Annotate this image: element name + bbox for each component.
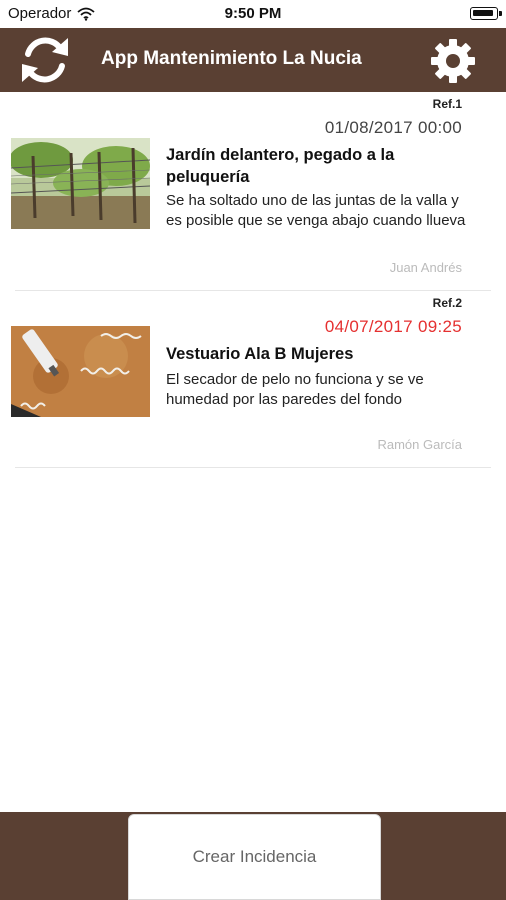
page-title: App Mantenimiento La Nucia	[101, 48, 362, 69]
nav-bar: App Mantenimiento La Nucia	[0, 28, 506, 92]
incident-author: Juan Andrés	[389, 260, 462, 275]
list-item[interactable]: Ref.1 01/08/2017 00:00 Jardín delantero,…	[0, 92, 506, 291]
list-item[interactable]: Ref.2 04/07/2017 09:25 Vestuario Ala B M…	[0, 291, 506, 468]
incident-date: 01/08/2017 00:00	[324, 118, 462, 137]
create-incident-button[interactable]: Crear Incidencia	[128, 814, 381, 900]
damp-wall-photo	[11, 326, 150, 417]
battery-icon	[470, 7, 502, 20]
incident-title: Jardín delantero, pegado a la peluquería	[166, 146, 395, 186]
incident-list: Ref.1 01/08/2017 00:00 Jardín delantero,…	[0, 92, 506, 468]
status-time: 9:50 PM	[224, 5, 282, 22]
incident-title: Vestuario Ala B Mujeres	[166, 345, 354, 363]
incident-description: El secador de pelo no funciona y se ve h…	[166, 371, 424, 408]
gear-icon[interactable]	[428, 36, 478, 86]
garden-fence-photo	[11, 138, 150, 229]
divider	[15, 467, 491, 468]
incident-author: Ramón García	[377, 437, 462, 452]
refresh-icon[interactable]	[16, 32, 74, 88]
incident-date: 04/07/2017 09:25	[324, 317, 462, 336]
incident-description: Se ha soltado uno de las juntas de la va…	[166, 192, 466, 229]
incident-ref: Ref.1	[432, 97, 462, 111]
incident-ref: Ref.2	[432, 296, 462, 310]
status-bar: Operador 9:50 PM	[0, 0, 506, 28]
